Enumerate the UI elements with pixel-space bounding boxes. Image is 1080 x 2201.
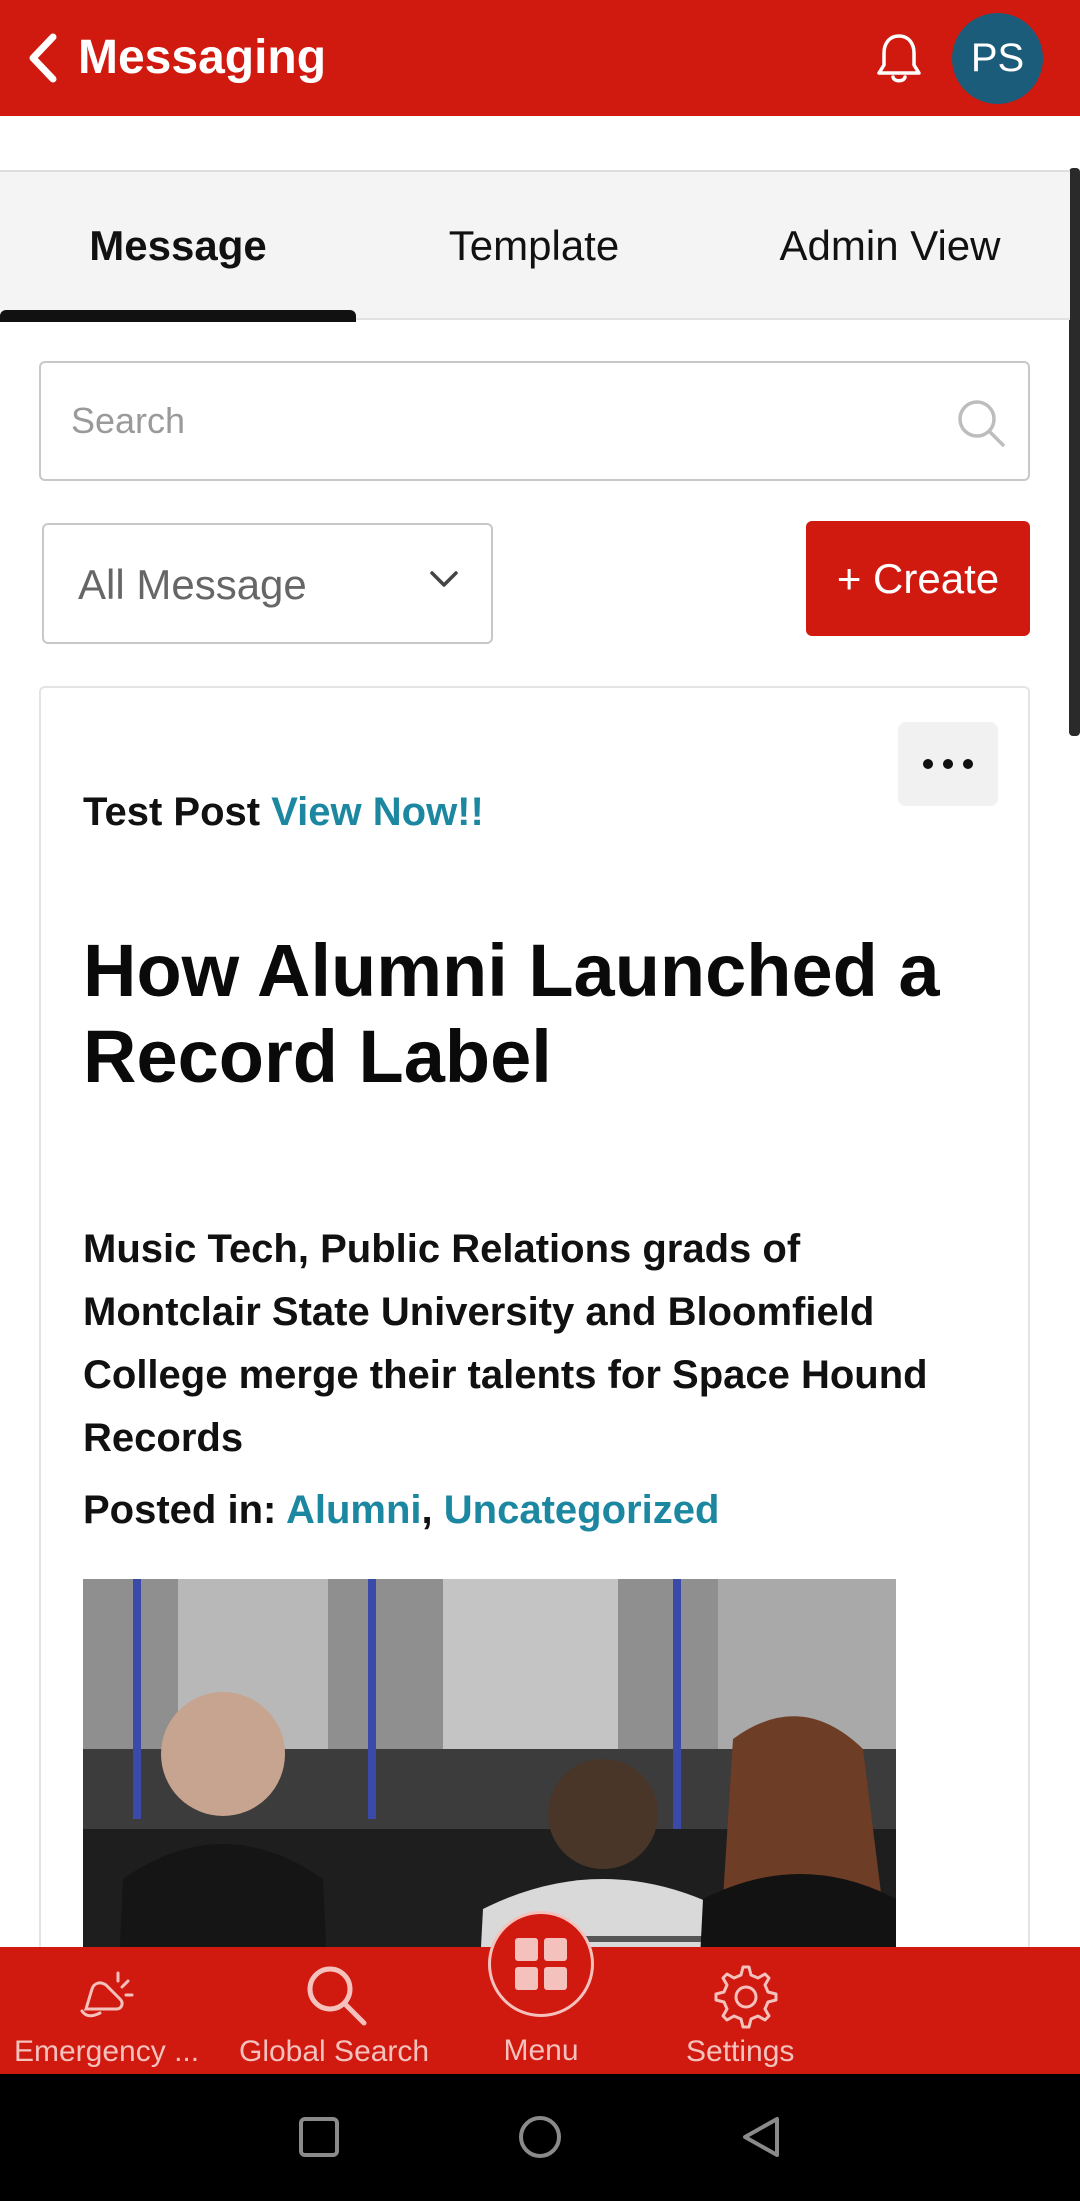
search-icon[interactable] (953, 395, 1009, 451)
nav-item-global-search[interactable]: Global Search (230, 1947, 442, 2074)
emergency-siren-icon (80, 1971, 134, 2018)
tab-bar: Message Template Admin View (0, 170, 1070, 322)
recents-square-icon (299, 2117, 339, 2157)
post-prefix: Test Post (83, 790, 261, 834)
nav-label-menu: Menu (503, 2034, 579, 2067)
grid-menu-icon (515, 1938, 567, 1990)
system-nav-bar (0, 2074, 1080, 2201)
back-triangle-icon (743, 2117, 779, 2157)
search-icon (307, 1966, 367, 2026)
post-line: Test Post View Now!! (83, 788, 484, 836)
home-circle-icon (519, 2116, 561, 2158)
search-box (39, 361, 1030, 481)
chevron-left-icon (29, 33, 57, 83)
nav-label-global-search: Global Search (239, 2035, 430, 2068)
filter-selected-value: All Message (78, 561, 307, 608)
scrollbar[interactable] (1069, 168, 1080, 736)
tab-admin-view[interactable]: Admin View (712, 172, 1068, 320)
view-now-link[interactable]: View Now!! (271, 790, 484, 834)
recents-button[interactable] (286, 2104, 352, 2170)
page-title: Messaging (78, 31, 327, 84)
avatar[interactable]: PS (952, 13, 1043, 104)
create-button[interactable]: + Create (806, 521, 1030, 636)
more-dots-icon (923, 759, 933, 769)
nav-label-settings: Settings (686, 2035, 795, 2068)
more-options-button[interactable] (898, 722, 998, 806)
tab-message[interactable]: Message (0, 172, 356, 320)
more-dot (943, 759, 953, 769)
tab-template[interactable]: Template (356, 172, 712, 320)
system-back-button[interactable] (728, 2104, 794, 2170)
nav-item-settings[interactable]: Settings (638, 1947, 850, 2074)
category-link-alumni[interactable]: Alumni (286, 1488, 422, 1532)
bell-icon (877, 34, 921, 83)
back-button[interactable] (18, 30, 66, 86)
home-button[interactable] (507, 2104, 573, 2170)
nav-item-emergency[interactable]: Emergency ... (0, 1947, 216, 2074)
search-input[interactable] (71, 363, 951, 479)
app-header: Messaging PS (0, 0, 1080, 116)
article-subtitle: Music Tech, Public Relations grads of Mo… (83, 1227, 928, 1460)
category-link-uncategorized[interactable]: Uncategorized (444, 1488, 720, 1532)
article-title: How Alumni Launched a Record Label (83, 929, 940, 1098)
message-filter-select[interactable]: All Message (42, 523, 493, 644)
nav-item-menu[interactable] (488, 1911, 594, 2017)
active-tab-indicator (0, 310, 356, 322)
chevron-down-icon (430, 571, 458, 587)
category-separator: , (421, 1488, 433, 1532)
posted-in: Posted in: Alumni, Uncategorized (83, 1486, 719, 1534)
gear-icon (714, 1965, 778, 2029)
more-dot (963, 759, 973, 769)
nav-label-emergency: Emergency ... (14, 2035, 200, 2068)
notifications-button[interactable] (872, 30, 926, 88)
posted-in-label: Posted in: (83, 1488, 277, 1532)
